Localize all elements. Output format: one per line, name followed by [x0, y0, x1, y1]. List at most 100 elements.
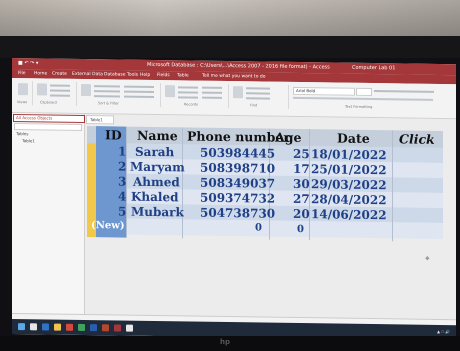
- ribbon-group-find: Find: [230, 84, 289, 109]
- system-tray[interactable]: ▲ ⎕ 🔊: [437, 329, 450, 334]
- cell-date[interactable]: 29/03/2022: [311, 177, 387, 192]
- menu-create[interactable]: Create: [52, 72, 67, 77]
- file-explorer-icon[interactable]: [54, 323, 61, 331]
- column-header-age[interactable]: Age: [275, 130, 301, 145]
- ribbon-group-text-formatting: Arial Bold Text Formatting: [290, 85, 440, 111]
- cell-name[interactable]: Ahmed: [133, 175, 180, 190]
- view-button[interactable]: [18, 83, 28, 96]
- font-style-buttons[interactable]: [293, 96, 433, 101]
- cell-id[interactable]: 4: [118, 189, 126, 203]
- menu-external-data[interactable]: External Data: [72, 72, 103, 77]
- menu-help[interactable]: Help: [140, 73, 150, 78]
- replace-button[interactable]: [246, 87, 270, 90]
- ribbon-group-records: Records: [162, 83, 229, 109]
- column-header-date[interactable]: Date: [337, 131, 370, 146]
- edge-icon[interactable]: [42, 323, 49, 331]
- nav-group-tables[interactable]: Tables: [16, 131, 28, 136]
- app-icon[interactable]: [66, 323, 73, 331]
- filter-button[interactable]: [81, 83, 91, 97]
- cell-name[interactable]: Maryam: [130, 160, 185, 175]
- find-button[interactable]: [233, 86, 243, 99]
- go-to-button[interactable]: [246, 92, 270, 95]
- nav-item-table1[interactable]: Table1: [22, 138, 35, 143]
- advanced-button[interactable]: [124, 90, 154, 93]
- cell-phone[interactable]: 508349037: [200, 176, 275, 191]
- access-icon[interactable]: [114, 324, 121, 332]
- nav-search-input[interactable]: [14, 123, 82, 131]
- column-header-name[interactable]: Name: [137, 128, 178, 144]
- cell-id[interactable]: 3: [118, 174, 126, 188]
- spelling-button[interactable]: [202, 91, 222, 94]
- monitor-brand-logo: hp: [220, 338, 230, 346]
- new-record-age[interactable]: 0: [297, 224, 304, 235]
- cell-phone[interactable]: 509374732: [200, 191, 275, 206]
- format-painter-button[interactable]: [50, 94, 70, 97]
- cell-age[interactable]: 25: [293, 147, 310, 161]
- cell-age[interactable]: 20: [293, 207, 310, 221]
- menu-file[interactable]: File: [18, 71, 26, 76]
- menu-database-tools[interactable]: Database Tools: [104, 72, 138, 77]
- remove-sort-button[interactable]: [94, 95, 120, 98]
- wall-shade: [0, 0, 460, 40]
- new-record-id[interactable]: (New): [91, 220, 125, 231]
- more-button[interactable]: [202, 96, 222, 99]
- app-icon[interactable]: [78, 323, 85, 332]
- cell-date[interactable]: 28/04/2022: [311, 192, 387, 207]
- cut-button[interactable]: [50, 84, 70, 87]
- cell-age[interactable]: 30: [293, 177, 310, 191]
- menu-fields[interactable]: Fields: [157, 73, 170, 78]
- ribbon-group-sort-filter: Sort & Filter: [78, 81, 161, 108]
- search-icon[interactable]: [30, 323, 37, 331]
- new-record-row[interactable]: [126, 218, 443, 240]
- copy-button[interactable]: [50, 89, 70, 92]
- refresh-all-button[interactable]: [165, 85, 175, 98]
- doc-tab-table1[interactable]: Table1: [86, 115, 114, 125]
- cell-phone[interactable]: 503984445: [200, 146, 275, 161]
- nav-pane-header[interactable]: All Access Objects: [13, 114, 85, 124]
- cell-name[interactable]: Khaled: [131, 190, 179, 205]
- ribbon-group-clipboard: Clipboard: [34, 81, 77, 106]
- descending-button[interactable]: [94, 90, 120, 93]
- cell-age[interactable]: 17: [293, 162, 310, 176]
- tell-me-search[interactable]: Tell me what you want to do: [202, 74, 266, 80]
- quick-access-toolbar[interactable]: ■ ↶ ↷ ▾: [18, 60, 38, 66]
- powerpoint-icon[interactable]: [102, 324, 109, 332]
- ascending-button[interactable]: [94, 85, 120, 88]
- new-record-phone[interactable]: 0: [255, 222, 262, 233]
- toggle-filter-button[interactable]: [124, 95, 154, 98]
- select-button[interactable]: [246, 97, 270, 100]
- column-header-id[interactable]: ID: [105, 127, 122, 142]
- cell-name[interactable]: Mubark: [131, 205, 184, 220]
- app-icon[interactable]: [126, 324, 133, 332]
- cell-id[interactable]: 2: [118, 159, 126, 173]
- monitor-bezel-top: [0, 36, 460, 58]
- column-divider: [182, 127, 183, 239]
- user-name[interactable]: Computer Lab 01: [352, 65, 395, 72]
- word-icon[interactable]: [90, 324, 97, 332]
- cell-age[interactable]: 27: [293, 192, 310, 206]
- start-icon[interactable]: [18, 323, 25, 331]
- menu-home[interactable]: Home: [34, 71, 47, 76]
- cell-name[interactable]: Sarah: [135, 145, 174, 160]
- new-record-button[interactable]: [178, 86, 198, 89]
- list-format-buttons[interactable]: [374, 90, 434, 93]
- selection-button[interactable]: [124, 85, 154, 88]
- monitor-bottom-bezel: [0, 336, 460, 351]
- cell-date[interactable]: 14/06/2022: [311, 207, 387, 222]
- save-record-button[interactable]: [178, 91, 198, 94]
- mouse-pointer-icon: ⌖: [425, 253, 430, 263]
- cell-id[interactable]: 5: [118, 204, 126, 218]
- cell-date[interactable]: 25/01/2022: [311, 162, 387, 177]
- totals-button[interactable]: [202, 86, 222, 89]
- cell-id[interactable]: 1: [118, 144, 126, 158]
- cell-phone[interactable]: 508398710: [200, 161, 275, 176]
- paste-button[interactable]: [37, 83, 47, 96]
- cell-date[interactable]: 18/01/2022: [311, 147, 387, 162]
- font-size-select[interactable]: [356, 87, 372, 97]
- font-name-select[interactable]: Arial Bold: [293, 86, 355, 96]
- menu-table[interactable]: Table: [177, 73, 189, 78]
- column-header-click-to-add[interactable]: Click: [399, 131, 435, 146]
- cell-phone[interactable]: 504738730: [200, 206, 275, 221]
- delete-record-button[interactable]: [178, 96, 198, 99]
- monitor-screen: ■ ↶ ↷ ▾ Microsoft Database : C:\Users\..…: [12, 58, 456, 341]
